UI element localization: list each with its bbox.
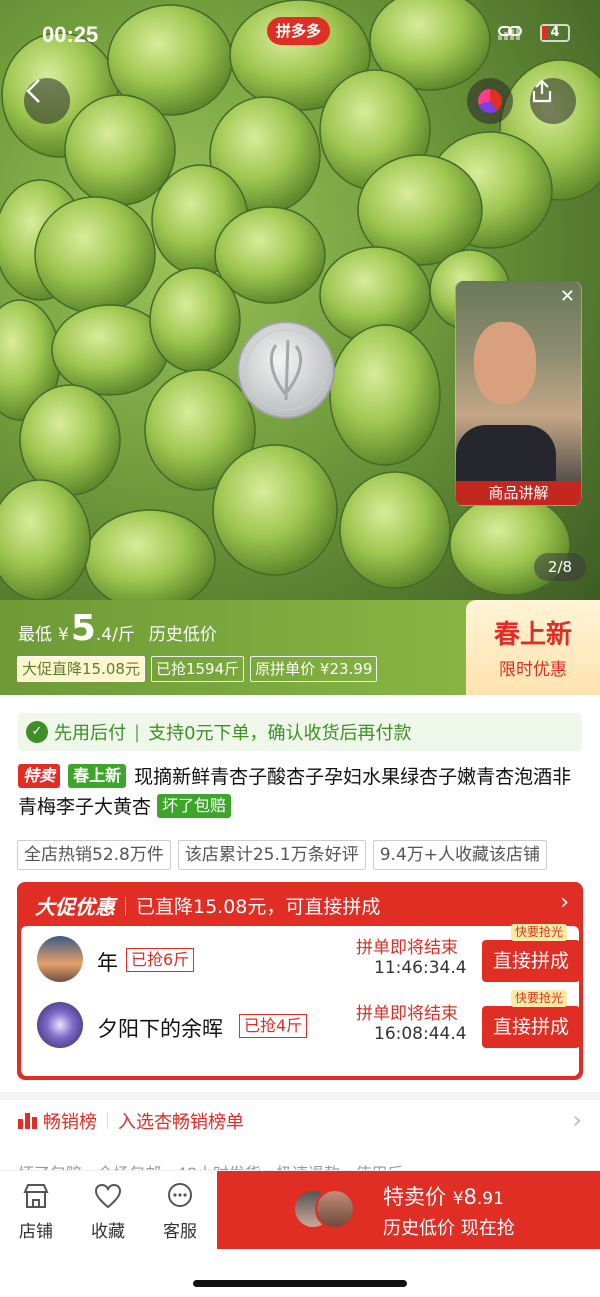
rank-chart-icon bbox=[18, 1113, 37, 1129]
bestseller-rank-row[interactable]: 畅销榜 入选杏畅销榜单 bbox=[18, 1108, 244, 1134]
presenter-face bbox=[474, 322, 536, 404]
history-low-label: 历史低价 bbox=[148, 625, 217, 645]
rank-desc: 入选杏畅销榜单 bbox=[118, 1112, 244, 1133]
bottom-action-bar: 店铺 收藏 客服 特卖价 ¥8.91 历史低价 现在抢 bbox=[0, 1170, 600, 1249]
video-caption: 商品讲解 bbox=[456, 481, 581, 505]
store-stats: 全店热销52.8万件 该店累计25.1万条好评 9.4万+人收藏该店铺 bbox=[17, 840, 547, 870]
price-label: 最低 bbox=[18, 625, 52, 645]
store-label: 店铺 bbox=[19, 1222, 53, 1242]
special-sale-tag: 特卖 bbox=[18, 764, 61, 788]
avatar bbox=[37, 1002, 83, 1048]
avatar bbox=[37, 936, 83, 982]
chevron-right-icon[interactable]: › bbox=[560, 890, 569, 915]
pinduoduo-badge: 拼多多 bbox=[267, 17, 331, 45]
product-title-block: 特卖 春上新 现摘新鲜青杏子酸杏子孕妇水果绿杏子嫩青杏泡酒非青梅李子大黄杏 坏了… bbox=[18, 762, 588, 822]
buy-currency: ¥ bbox=[452, 1189, 464, 1209]
rank-title: 畅销榜 bbox=[43, 1112, 97, 1133]
big-promo-subtitle: 已直降15.08元，可直接拼成 bbox=[136, 896, 381, 918]
almost-gone-tag: 快要抢光 bbox=[511, 924, 568, 941]
group-timer: 11:46:34.4 bbox=[374, 958, 467, 978]
style-button[interactable] bbox=[467, 78, 513, 124]
store-stat[interactable]: 全店热销52.8万件 bbox=[17, 840, 171, 870]
separator bbox=[125, 896, 126, 915]
pay-later-banner[interactable]: ✓ 先用后付 | 支持0元下单，确认收货后再付款 bbox=[18, 713, 582, 751]
color-wheel-icon bbox=[478, 89, 502, 113]
product-image-gallery[interactable]: 00:25 拼多多 4 ✕ 商品讲解 2/8 bbox=[0, 0, 600, 600]
price-tag: 原拼单价 ¥23.99 bbox=[250, 656, 378, 682]
favorite-button[interactable]: 收藏 bbox=[78, 1181, 138, 1242]
promo-title: 春上新 bbox=[493, 620, 572, 650]
grabbed-amount: 已抢6斤 bbox=[126, 948, 195, 972]
store-button[interactable]: 店铺 bbox=[6, 1181, 66, 1242]
price-decimal: .4/斤 bbox=[95, 625, 135, 645]
price-row: 最低 ¥ 5 .4/斤 历史低价 bbox=[18, 608, 217, 649]
group-row: 年 已抢6斤 拼单即将结束 11:46:34.4 直接拼成 快要抢光 bbox=[31, 924, 580, 990]
pay-later-icon: ✓ bbox=[26, 721, 48, 743]
buy-price-dec: .91 bbox=[476, 1189, 504, 1209]
back-button[interactable] bbox=[24, 78, 70, 124]
spring-promo-badge: 春上新 限时优惠 bbox=[466, 600, 600, 695]
store-stat[interactable]: 该店累计25.1万条好评 bbox=[177, 840, 366, 870]
price-tag: 已抢1594斤 bbox=[150, 656, 245, 682]
status-time: 00:25 bbox=[42, 22, 99, 47]
almost-gone-tag: 快要抢光 bbox=[511, 990, 568, 1007]
customer-service-button[interactable]: 客服 bbox=[150, 1181, 210, 1242]
section-divider bbox=[0, 1092, 600, 1100]
price-tags: 大促直降15.08元 已抢1594斤 原拼单价 ¥23.99 bbox=[17, 656, 378, 682]
chevron-right-icon[interactable]: › bbox=[572, 1106, 582, 1134]
service-label: 客服 bbox=[163, 1222, 197, 1242]
price-tag: 大促直降15.08元 bbox=[17, 656, 145, 682]
pay-later-desc: 支持0元下单，确认收货后再付款 bbox=[148, 723, 412, 744]
store-stat[interactable]: 9.4万+人收藏该店铺 bbox=[372, 840, 547, 870]
group-buy-header: 大促优惠 已直降15.08元，可直接拼成 bbox=[35, 891, 380, 920]
status-indicators: 4 bbox=[498, 24, 570, 42]
buy-price-int: 8 bbox=[463, 1185, 477, 1209]
home-indicator[interactable] bbox=[193, 1280, 407, 1287]
separator: | bbox=[134, 721, 141, 743]
buy-sub-label: 历史低价 现在抢 bbox=[383, 1218, 515, 1239]
product-page: 00:25 拼多多 4 ✕ 商品讲解 2/8 最低 ¥ 5 .4/斤 历史低价 … bbox=[0, 0, 600, 1297]
group-timer: 16:08:44.4 bbox=[374, 1024, 467, 1044]
avatar bbox=[315, 1189, 355, 1229]
big-promo-title: 大促优惠 bbox=[35, 895, 115, 919]
close-icon[interactable]: ✕ bbox=[560, 288, 575, 306]
join-group-button[interactable]: 直接拼成 bbox=[482, 1006, 580, 1048]
buy-now-button[interactable]: 特卖价 ¥8.91 历史低价 现在抢 bbox=[217, 1171, 600, 1249]
buyer-avatars bbox=[293, 1189, 365, 1233]
presenter-shirt bbox=[456, 425, 556, 485]
group-user-name: 年 bbox=[97, 951, 118, 975]
store-icon bbox=[6, 1181, 66, 1211]
share-button[interactable] bbox=[530, 78, 576, 124]
group-user-name: 夕阳下的余晖 bbox=[97, 1017, 223, 1041]
spring-new-tag: 春上新 bbox=[68, 764, 127, 788]
favorite-label: 收藏 bbox=[91, 1222, 125, 1242]
heart-icon bbox=[78, 1181, 138, 1211]
join-group-button[interactable]: 直接拼成 bbox=[482, 940, 580, 982]
buy-price-line: 特卖价 ¥8.91 bbox=[383, 1181, 504, 1211]
grabbed-amount: 已抢4斤 bbox=[239, 1014, 308, 1038]
separator bbox=[107, 1113, 108, 1129]
image-page-indicator: 2/8 bbox=[534, 553, 586, 581]
group-status: 拼单即将结束 bbox=[356, 1004, 458, 1024]
battery-icon: 4 bbox=[540, 24, 570, 42]
pay-later-title: 先用后付 bbox=[54, 723, 126, 744]
group-status: 拼单即将结束 bbox=[356, 938, 458, 958]
group-buy-card[interactable]: 大促优惠 已直降15.08元，可直接拼成 › 年 已抢6斤 拼单即将结束 11:… bbox=[17, 882, 583, 1080]
chat-icon bbox=[150, 1181, 210, 1211]
price-integer: 5 bbox=[70, 608, 96, 649]
promo-subtitle: 限时优惠 bbox=[499, 660, 567, 680]
group-list: 年 已抢6斤 拼单即将结束 11:46:34.4 直接拼成 快要抢光 夕阳下的余… bbox=[21, 924, 580, 1076]
group-row: 夕阳下的余晖 已抢4斤 拼单即将结束 16:08:44.4 直接拼成 快要抢光 bbox=[31, 990, 580, 1056]
price-currency: ¥ bbox=[58, 625, 69, 645]
explainer-video[interactable]: ✕ 商品讲解 bbox=[455, 281, 582, 506]
guarantee-tag: 坏了包赔 bbox=[157, 794, 232, 818]
buy-label: 特卖价 bbox=[383, 1185, 446, 1209]
